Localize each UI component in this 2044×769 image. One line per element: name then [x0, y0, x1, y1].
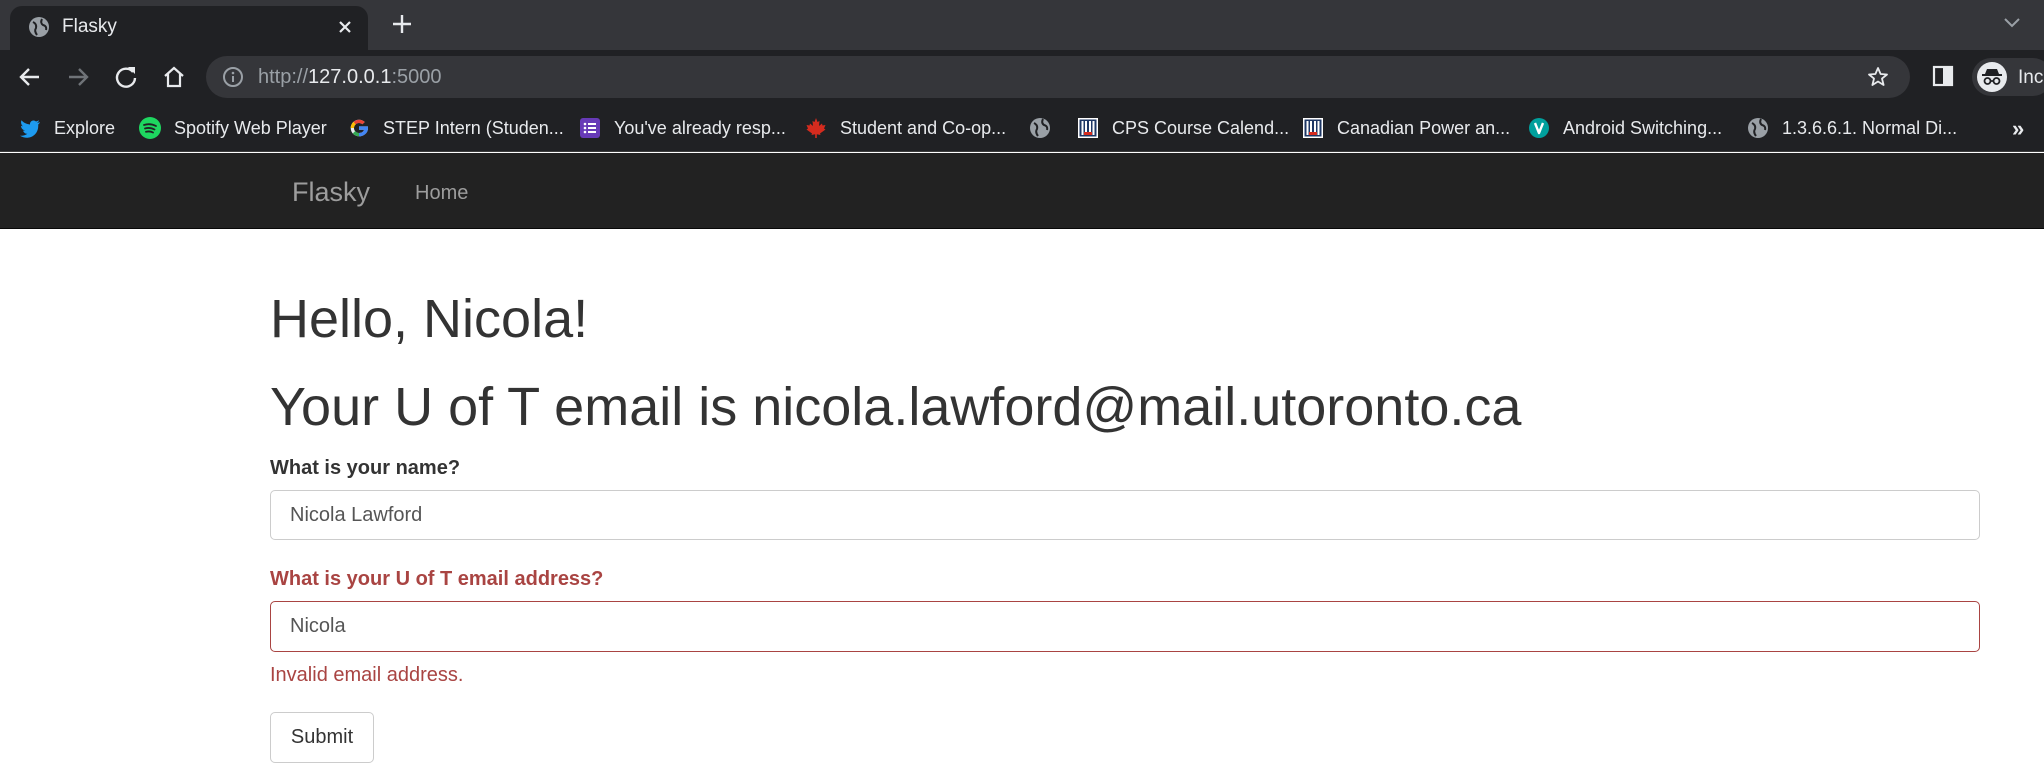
uoft-icon	[1303, 118, 1323, 138]
globe-icon	[29, 17, 49, 37]
address-bar[interactable]: http://127.0.0.1:5000	[206, 56, 1910, 98]
forms-icon	[580, 118, 600, 138]
bookmark-google-forms[interactable]: You've already resp...	[578, 114, 786, 142]
name-input[interactable]	[270, 490, 1980, 540]
incognito-profile-button[interactable]: Inc	[1972, 58, 2044, 96]
incognito-icon	[1977, 62, 2007, 92]
bookmark-star-icon[interactable]	[1866, 65, 1890, 89]
bookmarks-bar: Explore Spotify Web Player STEP Intern (…	[0, 104, 2044, 152]
back-arrow-icon[interactable]	[16, 63, 44, 91]
navbar-brand[interactable]: Flasky	[292, 177, 370, 207]
name-label: What is your name?	[270, 457, 461, 479]
tab-title: Flasky	[62, 16, 117, 37]
forward-arrow-icon[interactable]	[64, 63, 92, 91]
bookmark-android-switching[interactable]: Android Switching...	[1527, 114, 1722, 142]
site-navbar: Flasky Home	[0, 153, 2044, 229]
bookmark-step-intern[interactable]: STEP Intern (Studen...	[347, 114, 564, 142]
tab-strip: Flasky	[0, 0, 2044, 50]
home-icon[interactable]	[160, 63, 188, 91]
uoft-icon	[1078, 118, 1098, 138]
maple-leaf-icon	[806, 118, 826, 138]
google-icon	[350, 119, 368, 137]
spotify-icon	[139, 117, 161, 139]
url-text: http://127.0.0.1:5000	[258, 66, 442, 88]
reload-icon[interactable]	[112, 63, 140, 91]
close-icon[interactable]	[334, 16, 356, 38]
email-heading: Your U of T email is nicola.lawford@mail…	[270, 377, 1522, 437]
bookmark-normal-distribution[interactable]: 1.3.6.6.1. Normal Di...	[1746, 114, 1957, 142]
bookmark-explore[interactable]: Explore	[18, 114, 115, 142]
new-tab-plus-icon[interactable]	[388, 10, 416, 38]
android-v-icon	[1529, 118, 1549, 138]
chevron-down-icon[interactable]	[2000, 10, 2024, 34]
bookmark-canadian-power[interactable]: Canadian Power an...	[1301, 114, 1510, 142]
email-error-message: Invalid email address.	[270, 664, 464, 686]
info-icon[interactable]	[222, 66, 244, 88]
tab-flasky[interactable]: Flasky	[10, 6, 368, 50]
profile-label: Inc	[2018, 67, 2044, 88]
globe-icon	[1030, 118, 1050, 138]
bookmark-cps-course-calendar[interactable]: CPS Course Calend...	[1076, 114, 1289, 142]
browser-toolbar: http://127.0.0.1:5000 Inc	[0, 50, 2044, 104]
side-panel-icon[interactable]	[1930, 63, 1956, 89]
greeting-heading: Hello, Nicola!	[270, 289, 589, 349]
submit-button[interactable]: Submit	[270, 712, 374, 763]
twitter-icon	[20, 120, 40, 138]
email-label: What is your U of T email address?	[270, 568, 604, 590]
bookmark-globe[interactable]	[1028, 114, 1052, 142]
nav-home-link[interactable]: Home	[415, 181, 468, 205]
bookmark-student-coop[interactable]: Student and Co-op...	[804, 114, 1006, 142]
bookmark-spotify[interactable]: Spotify Web Player	[138, 114, 327, 142]
email-input[interactable]	[270, 601, 1980, 652]
globe-icon	[1748, 118, 1768, 138]
more-bookmarks-button[interactable]: »	[2012, 116, 2024, 142]
